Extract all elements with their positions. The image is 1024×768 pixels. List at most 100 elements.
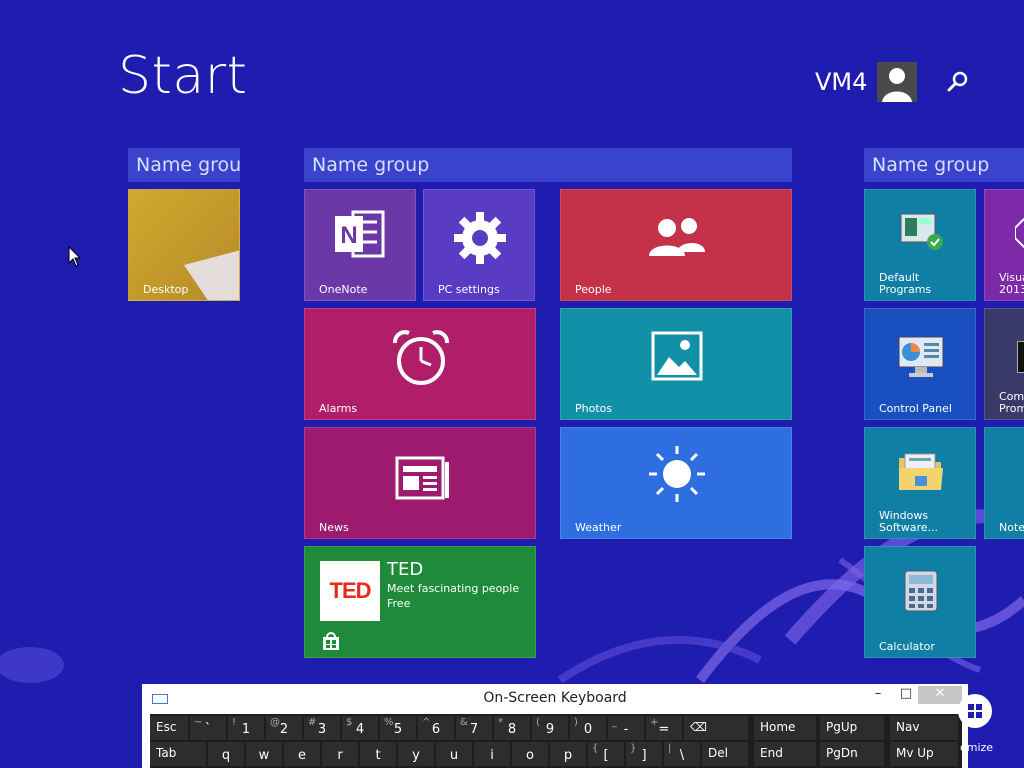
tile-onenote[interactable]: N OneNote xyxy=(304,189,416,301)
key-o[interactable]: o xyxy=(512,742,548,766)
key-pgdn[interactable]: PgDn xyxy=(820,742,884,766)
key-9[interactable]: (9 xyxy=(532,716,568,740)
tile-alarms[interactable]: Alarms xyxy=(304,308,536,420)
key-equals[interactable]: + = xyxy=(646,716,682,740)
tile-label: Notep xyxy=(999,521,1024,534)
page-title: Start xyxy=(118,46,248,106)
key-t[interactable]: t xyxy=(360,742,396,766)
tile-label: Weather xyxy=(575,521,622,534)
tile-label: Alarms xyxy=(319,402,358,415)
tile-pc-settings[interactable]: PC settings xyxy=(423,189,535,301)
tile-label: PC settings xyxy=(438,283,500,296)
avatar[interactable] xyxy=(877,62,918,102)
group-header-3[interactable]: Name group xyxy=(864,148,1024,182)
key-minus[interactable]: _ - xyxy=(608,716,644,740)
tile-people[interactable]: People xyxy=(560,189,792,301)
maximize-button[interactable]: □ xyxy=(892,686,920,704)
key-e[interactable]: e xyxy=(284,742,320,766)
tile-calculator[interactable]: Calculator xyxy=(864,546,976,658)
tile-label: Windows Software... xyxy=(879,509,938,534)
key-4[interactable]: $4 xyxy=(342,716,378,740)
key-p[interactable]: p xyxy=(550,742,586,766)
tile-windows-software[interactable]: Windows Software... xyxy=(864,427,976,539)
control-panel-icon xyxy=(898,336,944,377)
ted-logo: TED xyxy=(320,561,380,621)
key-open-bracket[interactable]: {[ xyxy=(588,742,624,766)
tile-visual-studio[interactable]: Visua 2013 xyxy=(984,189,1024,301)
key-8[interactable]: * 8 xyxy=(494,716,530,740)
visual-studio-icon xyxy=(1015,218,1024,248)
alarm-clock-icon xyxy=(393,330,449,385)
tile-label: OneNote xyxy=(319,283,368,296)
ted-title: TED xyxy=(387,559,424,580)
customize-button[interactable] xyxy=(958,694,992,728)
group-header-1[interactable]: Name grou xyxy=(128,148,240,182)
tile-label: Calculator xyxy=(879,640,935,653)
tile-label: News xyxy=(319,521,349,534)
key-0[interactable]: ) 0 xyxy=(570,716,606,740)
svg-text:N: N xyxy=(340,222,357,249)
tile-label: Default Programs xyxy=(879,271,932,296)
key-q[interactable]: q xyxy=(208,742,244,766)
tile-label: Desktop xyxy=(143,283,189,296)
key-u[interactable]: u xyxy=(436,742,472,766)
tile-photos[interactable]: Photos xyxy=(560,308,792,420)
key-close-bracket[interactable]: }] xyxy=(626,742,662,766)
user-name[interactable]: VM4 xyxy=(815,68,867,96)
search-icon xyxy=(947,71,968,92)
people-icon xyxy=(649,218,705,256)
key-1[interactable]: ! 1 xyxy=(228,716,264,740)
key-esc[interactable]: Esc xyxy=(150,716,188,740)
folder-icon xyxy=(899,453,943,490)
key-backtick[interactable]: ~ ` xyxy=(190,716,226,740)
key-mv-up[interactable]: Mv Up xyxy=(890,742,958,766)
on-screen-keyboard-window[interactable]: On-Screen Keyboard – □ ✕ Esc ~ ` ! 1 @2 #3… xyxy=(142,684,968,768)
key-r[interactable]: r xyxy=(322,742,358,766)
key-3[interactable]: #3 xyxy=(304,716,340,740)
tile-control-panel[interactable]: Control Panel xyxy=(864,308,976,420)
store-icon xyxy=(323,632,339,650)
calculator-icon xyxy=(904,570,938,612)
key-del[interactable]: Del xyxy=(702,742,748,766)
key-i[interactable]: i xyxy=(474,742,510,766)
window-title: On-Screen Keyboard xyxy=(483,690,627,706)
ted-logo-text: TED xyxy=(329,578,372,603)
key-5[interactable]: % 5 xyxy=(380,716,416,740)
tile-label: Photos xyxy=(575,402,613,415)
key-w[interactable]: w xyxy=(246,742,282,766)
default-programs-icon xyxy=(900,213,943,250)
key-7[interactable]: & 7 xyxy=(456,716,492,740)
tile-desktop[interactable]: Desktop xyxy=(128,189,240,301)
onenote-icon: N xyxy=(335,210,385,258)
gear-icon xyxy=(454,212,506,264)
user-account[interactable]: VM4 xyxy=(815,62,918,102)
key-pgup[interactable]: PgUp xyxy=(820,716,884,740)
customize-label: omize xyxy=(960,741,994,754)
key-2[interactable]: @2 xyxy=(266,716,302,740)
key-backslash[interactable]: | \ xyxy=(664,742,700,766)
tile-command-prompt[interactable]: Comm Promp xyxy=(984,308,1024,420)
keyboard-keys: Esc ~ ` ! 1 @2 #3 $4 % 5 ^ 6 & 7 * 8 (9 ) 0 _ - … xyxy=(150,714,962,768)
close-button[interactable]: ✕ xyxy=(918,686,962,704)
key-home[interactable]: Home xyxy=(754,716,816,740)
tile-label: Visua 2013 xyxy=(999,271,1024,296)
minimize-button[interactable]: – xyxy=(864,686,892,704)
tile-notepad[interactable]: Notep xyxy=(984,427,1024,539)
key-nav[interactable]: Nav xyxy=(890,716,958,740)
tile-label: Comm Promp xyxy=(999,390,1024,415)
tile-label: People xyxy=(575,283,612,296)
ted-price: Free xyxy=(387,597,411,610)
mouse-cursor-icon xyxy=(68,246,82,267)
key-y[interactable]: y xyxy=(398,742,434,766)
user-icon xyxy=(877,62,918,102)
search-button[interactable] xyxy=(944,68,972,96)
key-end[interactable]: End xyxy=(754,742,816,766)
key-tab[interactable]: Tab xyxy=(150,742,206,766)
key-backspace[interactable]: ⌫ xyxy=(684,716,748,740)
tile-news[interactable]: News xyxy=(304,427,536,539)
tile-weather[interactable]: Weather xyxy=(560,427,792,539)
tile-ted[interactable]: TED TED Meet fascinating people Free xyxy=(304,546,536,658)
key-6[interactable]: ^ 6 xyxy=(418,716,454,740)
tile-default-programs[interactable]: Default Programs xyxy=(864,189,976,301)
group-header-2[interactable]: Name group xyxy=(304,148,792,182)
